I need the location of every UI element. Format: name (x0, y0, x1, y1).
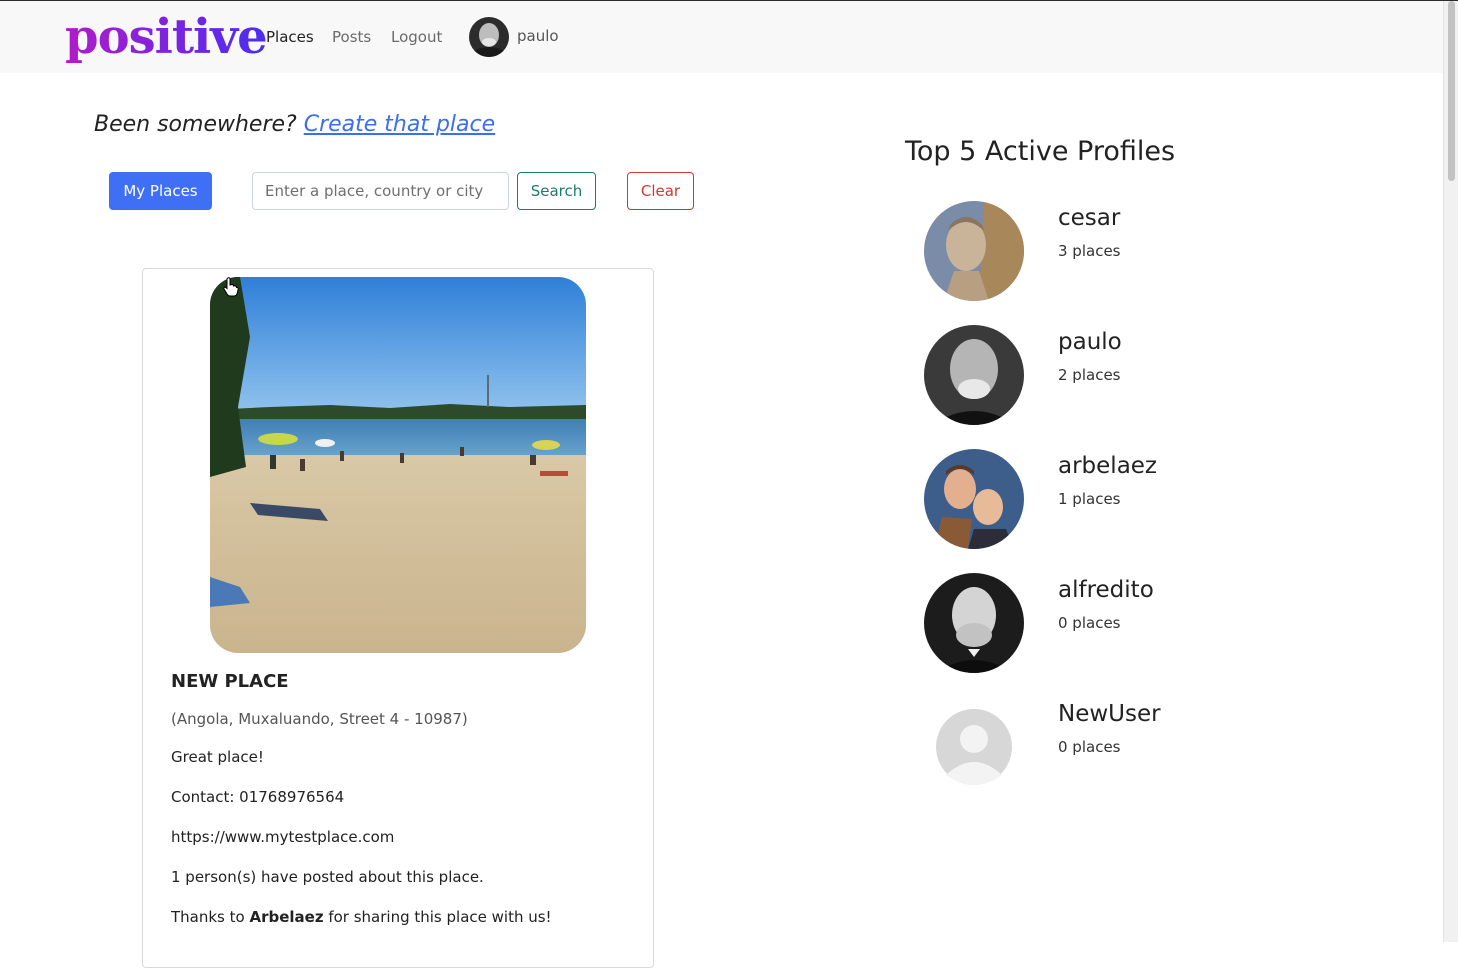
user-avatar[interactable] (469, 17, 509, 57)
profile-avatar[interactable] (924, 573, 1024, 673)
search-button[interactable]: Search (517, 172, 596, 210)
top-profiles-heading: Top 5 Active Profiles (905, 136, 1176, 167)
hand-cursor-icon (223, 277, 239, 301)
profile-name[interactable]: arbelaez (1058, 453, 1157, 479)
profile-item-alfredito[interactable]: alfredito 0 places (924, 573, 1324, 673)
place-description: Great place! (171, 748, 264, 766)
navbar: positive Places Posts Logout paulo (0, 1, 1443, 73)
nav-link-posts[interactable]: Posts (332, 28, 371, 46)
create-place-prompt: Been somewhere? Create that place (94, 112, 495, 137)
scrollbar-thumb[interactable] (1448, 1, 1455, 181)
brand-logo[interactable]: positive (65, 5, 268, 69)
thanks-user[interactable]: Arbelaez (249, 908, 323, 926)
nav-link-logout[interactable]: Logout (391, 28, 442, 46)
profile-item-cesar[interactable]: cesar 3 places (924, 201, 1324, 301)
place-posts-count: 1 person(s) have posted about this place… (171, 868, 484, 886)
profile-item-newuser[interactable]: NewUser 0 places (924, 697, 1324, 797)
prompt-text: Been somewhere? (94, 112, 297, 137)
place-card: NEW PLACE (Angola, Muxaluando, Street 4 … (142, 268, 654, 968)
nav-username[interactable]: paulo (517, 27, 559, 45)
page-scrollbar[interactable] (1443, 1, 1458, 942)
default-avatar-icon[interactable] (924, 697, 1024, 797)
profile-name[interactable]: paulo (1058, 329, 1122, 355)
place-website[interactable]: https://www.mytestplace.com (171, 828, 394, 846)
profile-avatar[interactable] (924, 201, 1024, 301)
create-place-link[interactable]: Create that place (304, 112, 495, 137)
place-contact: Contact: 01768976564 (171, 788, 345, 806)
thanks-prefix: Thanks to (171, 908, 250, 926)
profile-name[interactable]: cesar (1058, 205, 1120, 231)
profile-name[interactable]: NewUser (1058, 701, 1161, 727)
profile-item-arbelaez[interactable]: arbelaez 1 places (924, 449, 1324, 549)
thanks-suffix: for sharing this place with us! (323, 908, 552, 926)
clear-button[interactable]: Clear (627, 172, 694, 210)
profile-place-count: 0 places (1058, 614, 1121, 632)
my-places-button[interactable]: My Places (109, 172, 212, 210)
profile-place-count: 3 places (1058, 242, 1121, 260)
profile-name[interactable]: alfredito (1058, 577, 1154, 603)
profile-avatar[interactable] (924, 325, 1024, 425)
profile-avatar[interactable] (924, 449, 1024, 549)
place-thanks: Thanks to Arbelaez for sharing this plac… (171, 908, 552, 926)
profile-place-count: 0 places (1058, 738, 1121, 756)
place-address: (Angola, Muxaluando, Street 4 - 10987) (171, 710, 468, 728)
nav-link-places[interactable]: Places (266, 28, 314, 46)
place-image[interactable] (210, 277, 586, 653)
search-input[interactable] (252, 172, 509, 210)
profile-place-count: 1 places (1058, 490, 1121, 508)
profile-item-paulo[interactable]: paulo 2 places (924, 325, 1324, 425)
place-title[interactable]: NEW PLACE (171, 671, 289, 692)
profile-place-count: 2 places (1058, 366, 1121, 384)
